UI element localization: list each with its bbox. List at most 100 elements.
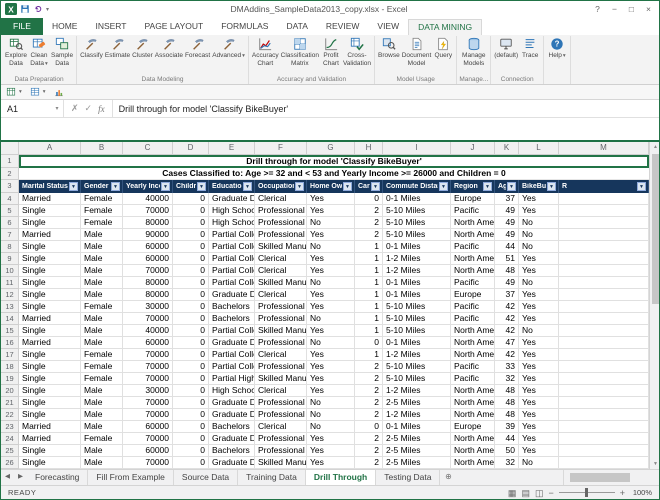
help-button[interactable]: ? Help▾	[546, 36, 568, 62]
cell-e20[interactable]: High School	[209, 385, 255, 397]
cell-g22[interactable]: No	[307, 409, 355, 421]
zoom-slider[interactable]	[558, 488, 615, 497]
cell-a26[interactable]: Single	[19, 457, 81, 469]
cell-c22[interactable]: 70000	[123, 409, 173, 421]
cell-f4[interactable]: Clerical	[255, 193, 307, 205]
cell-l8[interactable]: No	[519, 241, 559, 253]
cell-a4[interactable]: Married	[19, 193, 81, 205]
cell-b20[interactable]: Male	[81, 385, 123, 397]
cell-l25[interactable]: Yes	[519, 445, 559, 457]
cell-a23[interactable]: Married	[19, 421, 81, 433]
cell-a19[interactable]: Single	[19, 373, 81, 385]
filter-header-yearly-income[interactable]: Yearly Income▼	[123, 180, 173, 193]
drill-title-cell[interactable]: Drill through for model 'Classify BikeBu…	[19, 155, 649, 168]
cell-g21[interactable]: No	[307, 397, 355, 409]
filter-dropdown-icon[interactable]: ▼	[343, 182, 352, 191]
cell-c7[interactable]: 90000	[123, 229, 173, 241]
cell-d21[interactable]: 0	[173, 397, 209, 409]
save-icon[interactable]	[20, 4, 30, 14]
row-header-10[interactable]: 10	[1, 265, 19, 277]
cell-g5[interactable]: Yes	[307, 205, 355, 217]
new-sheet-button[interactable]: ⊕	[440, 470, 456, 485]
cell-f16[interactable]: Professional	[255, 337, 307, 349]
row-header-3[interactable]: 3	[1, 180, 19, 193]
cell-l13[interactable]: Yes	[519, 301, 559, 313]
cell-e15[interactable]: Partial College	[209, 325, 255, 337]
profit-chart-button[interactable]: Profit Chart	[320, 36, 342, 68]
zoom-slider-thumb[interactable]	[584, 488, 588, 497]
vertical-scrollbar[interactable]: ▲ ▼	[649, 142, 659, 469]
cell-e17[interactable]: Partial College	[209, 349, 255, 361]
cell-k22[interactable]: 48	[495, 409, 519, 421]
cell-d25[interactable]: 0	[173, 445, 209, 457]
filter-header-age[interactable]: Age▼	[495, 180, 519, 193]
restore-button[interactable]: □	[623, 2, 640, 17]
row-header-23[interactable]: 23	[1, 421, 19, 433]
row-header-18[interactable]: 18	[1, 361, 19, 373]
cell-b23[interactable]: Male	[81, 421, 123, 433]
cell-f18[interactable]: Professional	[255, 361, 307, 373]
filter-header-commute-distance[interactable]: Commute Distance▼	[383, 180, 451, 193]
cell-k10[interactable]: 48	[495, 265, 519, 277]
cell-d6[interactable]: 0	[173, 217, 209, 229]
cell-d4[interactable]: 0	[173, 193, 209, 205]
cell-j18[interactable]: Pacific	[451, 361, 495, 373]
view-page-layout-icon[interactable]: ▤	[521, 488, 530, 498]
cell-c19[interactable]: 70000	[123, 373, 173, 385]
cell-g19[interactable]: Yes	[307, 373, 355, 385]
cell-c21[interactable]: 70000	[123, 397, 173, 409]
cell-j5[interactable]: Pacific	[451, 205, 495, 217]
cell-c8[interactable]: 60000	[123, 241, 173, 253]
column-header-f[interactable]: F	[255, 142, 307, 155]
accuracy-chart-button[interactable]: Accuracy Chart	[251, 36, 280, 68]
sheet-tab-forecasting[interactable]: Forecasting	[27, 470, 89, 485]
cell-f24[interactable]: Professional	[255, 433, 307, 445]
cell-k17[interactable]: 42	[495, 349, 519, 361]
row-header-7[interactable]: 7	[1, 229, 19, 241]
cell-e18[interactable]: Partial College	[209, 361, 255, 373]
cell-d22[interactable]: 0	[173, 409, 209, 421]
cell-a9[interactable]: Single	[19, 253, 81, 265]
cell-d17[interactable]: 0	[173, 349, 209, 361]
default-button[interactable]: (default)	[493, 36, 519, 61]
cell-c14[interactable]: 70000	[123, 313, 173, 325]
row-header-6[interactable]: 6	[1, 217, 19, 229]
filter-dropdown-icon[interactable]: ▼	[547, 182, 556, 191]
cell-h18[interactable]: 2	[355, 361, 383, 373]
cell-j25[interactable]: North America	[451, 445, 495, 457]
cell-c12[interactable]: 80000	[123, 289, 173, 301]
cell-j22[interactable]: North America	[451, 409, 495, 421]
cell-m18[interactable]	[559, 361, 649, 373]
cell-b17[interactable]: Female	[81, 349, 123, 361]
filter-dropdown-icon[interactable]: ▼	[243, 182, 252, 191]
cell-g20[interactable]: Yes	[307, 385, 355, 397]
ribbon-tab-review[interactable]: REVIEW	[317, 18, 369, 35]
cell-g17[interactable]: Yes	[307, 349, 355, 361]
cell-m4[interactable]	[559, 193, 649, 205]
filter-dropdown-icon[interactable]: ▼	[507, 182, 516, 191]
row-header-12[interactable]: 12	[1, 289, 19, 301]
cell-k6[interactable]: 49	[495, 217, 519, 229]
cell-b7[interactable]: Male	[81, 229, 123, 241]
cell-l26[interactable]: No	[519, 457, 559, 469]
cell-e24[interactable]: Graduate Degree	[209, 433, 255, 445]
cell-c11[interactable]: 80000	[123, 277, 173, 289]
cell-a16[interactable]: Married	[19, 337, 81, 349]
column-header-j[interactable]: J	[451, 142, 495, 155]
cell-e9[interactable]: Partial College	[209, 253, 255, 265]
cell-c23[interactable]: 60000	[123, 421, 173, 433]
cell-c24[interactable]: 70000	[123, 433, 173, 445]
ribbon-tab-data[interactable]: DATA	[277, 18, 316, 35]
filter-dropdown-icon[interactable]: ▼	[111, 182, 120, 191]
ribbon-tab-page-layout[interactable]: PAGE LAYOUT	[135, 18, 212, 35]
row-header-24[interactable]: 24	[1, 433, 19, 445]
row-header-16[interactable]: 16	[1, 337, 19, 349]
cluster-button[interactable]: Cluster	[131, 36, 154, 61]
cell-a25[interactable]: Single	[19, 445, 81, 457]
sheet-tab-drill-through[interactable]: Drill Through	[305, 470, 377, 485]
view-normal-icon[interactable]: ▦	[508, 488, 517, 498]
cell-c20[interactable]: 30000	[123, 385, 173, 397]
cell-f8[interactable]: Skilled Manual	[255, 241, 307, 253]
cell-a18[interactable]: Single	[19, 361, 81, 373]
cell-g18[interactable]: Yes	[307, 361, 355, 373]
